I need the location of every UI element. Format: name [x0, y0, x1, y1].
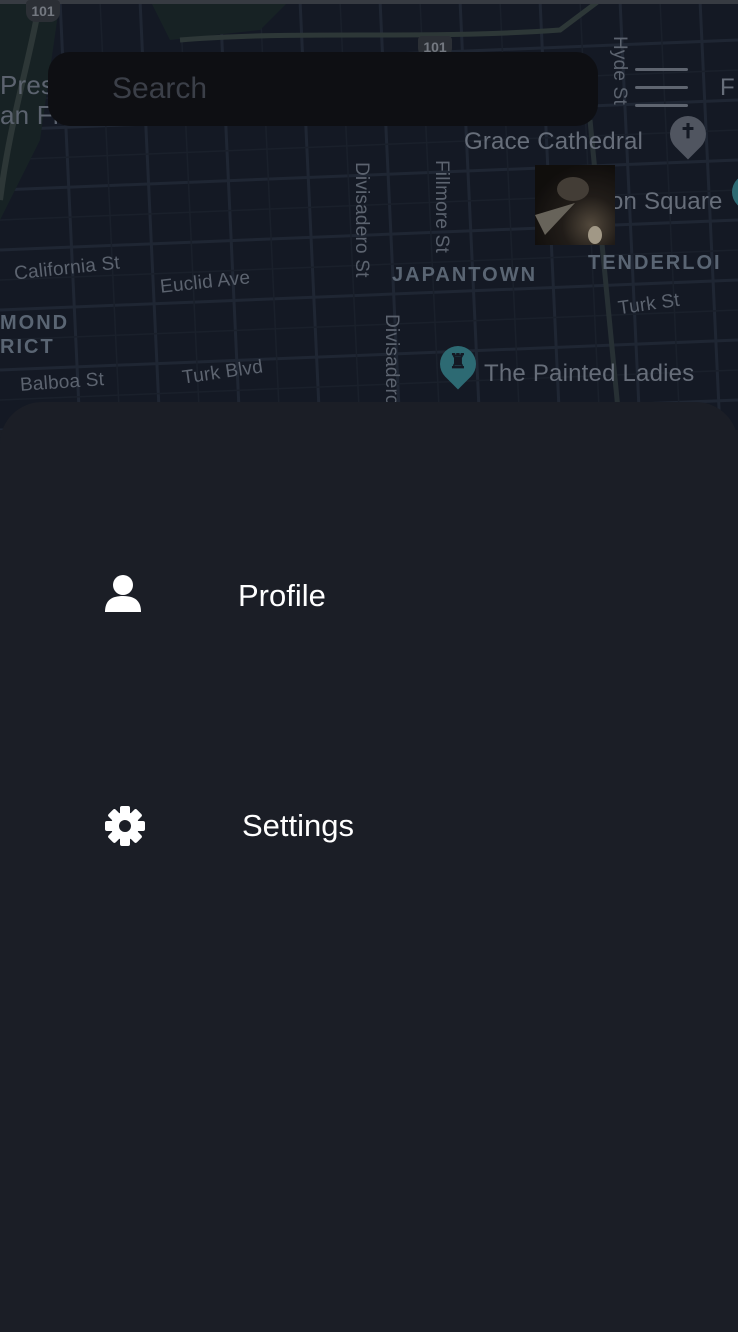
- menu-line: [635, 104, 688, 107]
- castle-icon: ♜: [449, 351, 467, 373]
- drawer-item-label: Settings: [242, 808, 355, 843]
- hamburger-menu-icon[interactable]: [632, 66, 690, 110]
- map-label-poi: F: [720, 74, 735, 101]
- drawer-item-label: Profile: [238, 578, 326, 613]
- map-label-poi: on Square: [610, 188, 723, 215]
- gear-icon: [104, 805, 146, 847]
- side-drawer: Profile Settings: [0, 402, 738, 1332]
- highway-shield: 101: [26, 0, 60, 22]
- map-label-poi: The Painted Ladies: [484, 360, 695, 387]
- map-label-street: Fillmore St: [431, 160, 452, 253]
- map-label-presidio: Pres: [0, 70, 55, 100]
- menu-line: [635, 86, 688, 89]
- photo-marker[interactable]: [535, 165, 615, 245]
- map-label-street: Divisadero St: [351, 162, 372, 278]
- menu-line: [635, 68, 688, 71]
- drawer-item-profile[interactable]: Profile: [0, 542, 738, 652]
- photo-thumbnail: [535, 177, 602, 244]
- map-label-district: RICT: [0, 336, 55, 358]
- map-label-district: MOND: [0, 312, 70, 334]
- search-bar[interactable]: [48, 52, 598, 126]
- map-label-district: JAPANTOWN: [392, 264, 538, 286]
- map-label-street: Hyde St: [609, 36, 630, 105]
- map-label-poi: Grace Cathedral: [464, 128, 644, 155]
- app-root: 101 101 Pres an Fra California St Euclid…: [0, 0, 738, 1332]
- map-label-district: TENDERLOI: [588, 252, 722, 274]
- cross-icon: ✝: [679, 121, 697, 143]
- map-view[interactable]: 101 101 Pres an Fra California St Euclid…: [0, 0, 738, 430]
- search-input[interactable]: [110, 71, 554, 107]
- drawer-item-settings[interactable]: Settings: [0, 772, 738, 882]
- person-icon: [104, 574, 146, 616]
- map-label-street: Divisadero: [381, 314, 402, 406]
